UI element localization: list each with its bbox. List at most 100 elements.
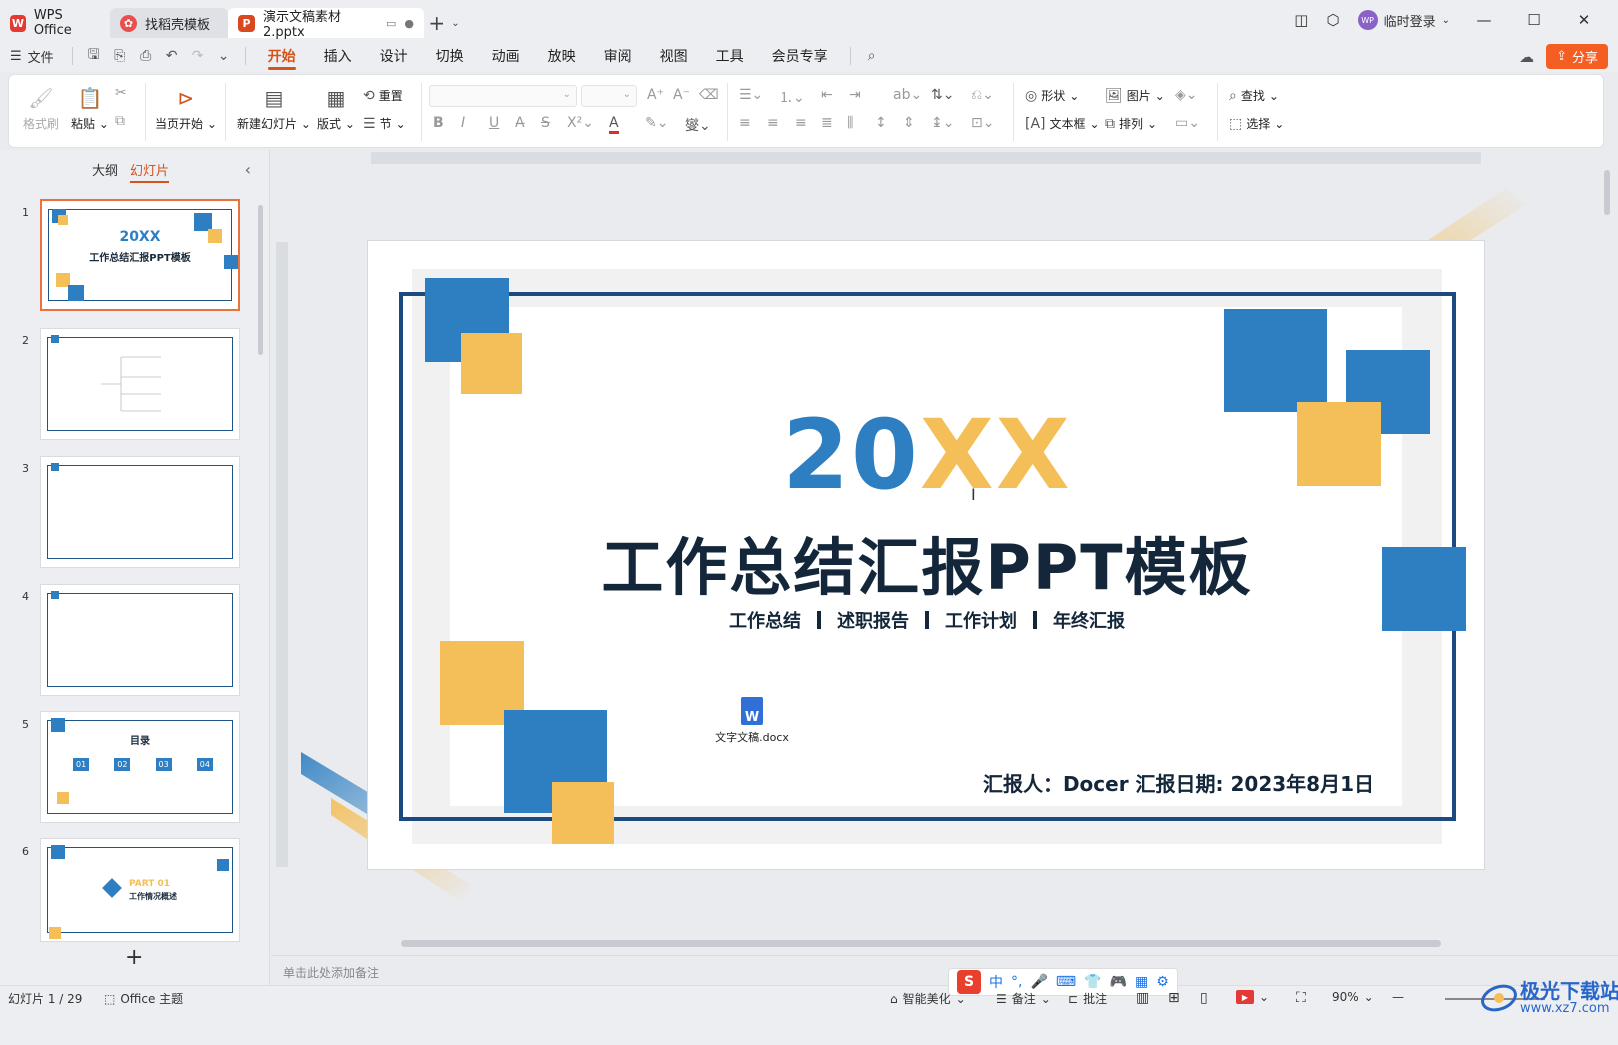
slide-thumbnail-4[interactable] bbox=[40, 584, 240, 696]
slide-title[interactable]: 工作总结汇报PPT模板 bbox=[368, 517, 1484, 607]
menu-insert[interactable]: 插入 bbox=[310, 40, 366, 72]
maximize-button[interactable]: ☐ bbox=[1518, 11, 1550, 29]
apps-icon[interactable]: ▦ bbox=[1135, 974, 1148, 990]
tab-wps-home[interactable]: W WPS Office bbox=[0, 8, 110, 38]
sort-icon[interactable]: ⇅⌄ bbox=[931, 87, 954, 103]
menu-view[interactable]: 视图 bbox=[646, 40, 702, 72]
font-family-select[interactable]: ⌄ bbox=[429, 85, 577, 107]
clear-format-icon[interactable]: ⌫ bbox=[699, 87, 719, 103]
close-button[interactable]: ✕ bbox=[1568, 11, 1600, 29]
slide-thumbnail-5[interactable]: 目录 01 02 03 04 bbox=[40, 711, 240, 823]
tab-outline[interactable]: 大纲 bbox=[92, 160, 118, 183]
game-icon[interactable]: 🎮 bbox=[1110, 974, 1127, 990]
underline-icon[interactable]: U bbox=[489, 115, 499, 131]
export-icon[interactable]: ⎘ bbox=[107, 48, 133, 64]
increase-font-icon[interactable]: A⁺ bbox=[647, 87, 664, 103]
bold-icon[interactable]: B bbox=[433, 115, 444, 131]
new-tab-button[interactable]: + ⌄ bbox=[424, 11, 464, 35]
outline-icon[interactable]: ▭⌄ bbox=[1175, 115, 1200, 131]
search-icon[interactable]: ⌕ bbox=[859, 48, 885, 64]
arrange-button[interactable]: ⧉ 排列 ⌄ bbox=[1105, 115, 1157, 132]
text-box-align-icon[interactable]: ⊡⌄ bbox=[971, 115, 994, 131]
slide-reporter[interactable]: 汇报人：Docer 汇报日期: 2023年8月1日 bbox=[983, 768, 1374, 797]
monitor-icon[interactable]: ▭ bbox=[386, 17, 396, 30]
cloud-chat-icon[interactable]: ☁ bbox=[1519, 48, 1534, 66]
slide-subtitle-line[interactable]: 工作总结 述职报告 工作计划 年终汇报 bbox=[368, 607, 1484, 633]
settings-icon[interactable]: ⚙ bbox=[1156, 974, 1169, 990]
menu-animation[interactable]: 动画 bbox=[478, 40, 534, 72]
menu-review[interactable]: 审阅 bbox=[590, 40, 646, 72]
highlight-icon[interactable]: ✎⌄ bbox=[645, 115, 668, 131]
spacing-dropdown-icon[interactable]: ↨⌄ bbox=[931, 115, 954, 131]
notes-toggle[interactable]: ☰ 备注 ⌄ bbox=[996, 990, 1051, 1007]
italic-icon[interactable]: I bbox=[461, 115, 465, 131]
convert-icon[interactable]: ⎌⌄ bbox=[971, 87, 994, 103]
chevron-down-icon[interactable]: ⌄ bbox=[451, 18, 459, 29]
reset-button[interactable]: ⟲ 重置 bbox=[363, 87, 403, 104]
undo-icon[interactable]: ↶ bbox=[159, 48, 185, 64]
menu-transitions[interactable]: 切换 bbox=[422, 40, 478, 72]
unsaved-dot-icon[interactable]: ● bbox=[404, 17, 414, 30]
panel-scrollbar[interactable] bbox=[258, 205, 263, 355]
menu-member[interactable]: 会员专享 bbox=[758, 40, 842, 72]
align-left-icon[interactable]: ≡ bbox=[739, 115, 751, 131]
paste-button[interactable]: 📋 粘贴 ⌄ bbox=[71, 85, 109, 132]
increase-indent-icon[interactable]: ⇥ bbox=[849, 87, 861, 103]
picture-button[interactable]: 🖼 图片 ⌄ bbox=[1105, 87, 1165, 104]
textbox-button[interactable]: [A] 文本框 ⌄ bbox=[1025, 115, 1100, 132]
strike-s-icon[interactable]: S bbox=[541, 115, 550, 131]
skin-icon[interactable]: 👕 bbox=[1084, 974, 1101, 990]
slide-canvas[interactable]: 20XX 工作总结汇报PPT模板 工作总结 述职报告 工作计划 年终汇报 W 文… bbox=[367, 240, 1485, 870]
font-size-select[interactable]: ⌄ bbox=[581, 85, 637, 107]
select-button[interactable]: ⬚ 选择 ⌄ bbox=[1229, 115, 1284, 132]
collapse-panel-icon[interactable]: ‹ bbox=[245, 160, 251, 179]
decrease-font-icon[interactable]: A⁻ bbox=[673, 87, 690, 103]
menu-tools[interactable]: 工具 bbox=[702, 40, 758, 72]
editor-horizontal-scrollbar[interactable] bbox=[401, 940, 1441, 947]
strikethrough-icon[interactable]: A̶ bbox=[515, 115, 525, 131]
fill-icon[interactable]: ◈⌄ bbox=[1175, 87, 1198, 103]
distribute-icon[interactable]: ⫼ bbox=[847, 115, 853, 131]
numbered-list-icon[interactable]: ⒈⌄ bbox=[779, 87, 805, 107]
zoom-out-icon[interactable]: — bbox=[1392, 990, 1404, 1004]
login-button[interactable]: WP 临时登录 ⌄ bbox=[1357, 10, 1450, 30]
slide-thumbnail-3[interactable] bbox=[40, 456, 240, 568]
decrease-indent-icon[interactable]: ⇤ bbox=[821, 87, 833, 103]
reading-view-icon[interactable]: ▯ bbox=[1200, 990, 1208, 1006]
menu-home[interactable]: 开始 bbox=[254, 40, 310, 72]
fit-window-icon[interactable]: ⛶ bbox=[1296, 990, 1306, 1006]
punctuation-icon[interactable]: °, bbox=[1011, 974, 1022, 990]
minimize-button[interactable]: — bbox=[1468, 11, 1500, 29]
cube-icon[interactable]: ⬡ bbox=[1326, 11, 1339, 29]
slideshow-button[interactable]: ▶ ⌄ bbox=[1236, 990, 1269, 1004]
phonetic-icon[interactable]: 燮⌄ bbox=[685, 115, 711, 135]
ime-lang[interactable]: 中 bbox=[989, 972, 1003, 992]
zoom-select[interactable]: 90% ⌄ bbox=[1332, 990, 1374, 1004]
font-color-icon[interactable]: A bbox=[609, 115, 619, 134]
tab-slides[interactable]: 幻灯片 bbox=[130, 160, 170, 183]
beautify-button[interactable]: ⌂ 智能美化 ⌄ bbox=[890, 990, 966, 1007]
menu-design[interactable]: 设计 bbox=[366, 40, 422, 72]
embedded-docx[interactable]: W 文字文稿.docx bbox=[714, 697, 790, 745]
superscript-icon[interactable]: X²⌄ bbox=[567, 115, 594, 131]
sorter-view-icon[interactable]: ⊞ bbox=[1168, 990, 1180, 1006]
align-center-icon[interactable]: ≡ bbox=[767, 115, 779, 131]
save-icon[interactable]: 🖫 bbox=[81, 44, 107, 68]
text-direction-icon[interactable]: ab⌄ bbox=[893, 87, 922, 103]
slide-thumbnail-1[interactable]: 20XX 工作总结汇报PPT模板 bbox=[40, 199, 240, 311]
play-from-current-button[interactable]: ⊳ 当页开始 ⌄ bbox=[155, 85, 217, 132]
file-menu[interactable]: ☰ 文件 bbox=[10, 47, 54, 66]
new-slide-button[interactable]: ▤ 新建幻灯片 ⌄ bbox=[237, 85, 311, 132]
keyboard-icon[interactable]: ⌨ bbox=[1056, 974, 1076, 990]
find-button[interactable]: ⌕ 查找 ⌄ bbox=[1229, 87, 1279, 104]
shapes-button[interactable]: ◎ 形状 ⌄ bbox=[1025, 87, 1079, 104]
menu-slideshow[interactable]: 放映 bbox=[534, 40, 590, 72]
line-spacing-icon[interactable]: ↕ bbox=[875, 115, 887, 131]
slide-thumbnail-6[interactable]: PART 01 工作情况概述 bbox=[40, 838, 240, 942]
bullet-list-icon[interactable]: ☰⌄ bbox=[739, 87, 763, 103]
paragraph-spacing-icon[interactable]: ⇕ bbox=[903, 115, 915, 131]
theme-button[interactable]: ⬚ Office 主题 bbox=[104, 990, 183, 1007]
format-painter-button[interactable]: 🖌 格式刷 bbox=[23, 85, 59, 132]
add-slide-button[interactable]: + bbox=[125, 945, 143, 970]
comments-toggle[interactable]: ⊏ 批注 bbox=[1068, 990, 1107, 1007]
